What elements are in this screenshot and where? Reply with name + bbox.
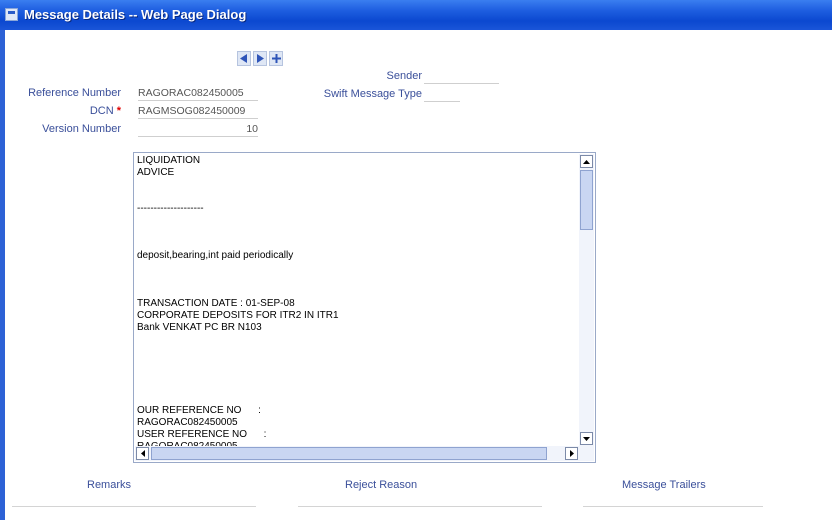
window-left-border — [0, 30, 5, 520]
swift-message-type-label: Swift Message Type — [323, 88, 422, 100]
scroll-right-arrow-icon — [569, 450, 574, 457]
dcn-label-group: DCN * — [90, 105, 121, 117]
message-textarea[interactable]: LIQUIDATION ADVICE -------------------- … — [133, 152, 596, 463]
remarks-link[interactable]: Remarks — [87, 479, 131, 491]
swift-message-type-field[interactable] — [424, 87, 460, 102]
reference-number-field[interactable]: RAGORAC082450005 — [138, 86, 258, 101]
sender-label: Sender — [386, 70, 422, 82]
vertical-scroll-thumb[interactable] — [580, 170, 593, 230]
title-bar: Message Details -- Web Page Dialog — [0, 0, 832, 30]
dcn-field[interactable]: RAGMSOG082450009 — [138, 104, 258, 119]
scroll-down-button[interactable] — [580, 432, 593, 445]
scroll-left-button[interactable] — [136, 447, 149, 460]
window-title: Message Details -- Web Page Dialog — [24, 7, 247, 22]
reject-reason-underline — [298, 506, 542, 507]
previous-button[interactable] — [237, 51, 251, 66]
message-trailers-link[interactable]: Message Trailers — [622, 479, 706, 491]
dialog-window-icon — [5, 8, 18, 21]
dcn-label: DCN — [89, 105, 114, 117]
scroll-left-arrow-icon — [140, 450, 145, 457]
scroll-up-button[interactable] — [580, 155, 593, 168]
remarks-underline — [12, 506, 256, 507]
add-button[interactable] — [269, 51, 283, 66]
horizontal-scroll-thumb[interactable] — [151, 447, 547, 460]
reject-reason-link[interactable]: Reject Reason — [345, 479, 417, 491]
vertical-scrollbar[interactable] — [579, 154, 594, 446]
reference-number-label: Reference Number — [28, 87, 121, 99]
message-body-text: LIQUIDATION ADVICE -------------------- … — [137, 155, 339, 447]
scroll-right-button[interactable] — [565, 447, 578, 460]
required-marker: * — [116, 105, 121, 117]
plus-icon — [271, 54, 281, 63]
version-number-label: Version Number — [42, 123, 121, 135]
version-number-field[interactable]: 10 — [138, 122, 258, 137]
scroll-up-arrow-icon — [583, 159, 590, 164]
scrollbar-corner — [579, 446, 594, 461]
right-triangle-icon — [257, 54, 264, 63]
sender-field[interactable] — [424, 69, 499, 84]
left-triangle-icon — [240, 54, 247, 63]
horizontal-scrollbar[interactable] — [135, 446, 579, 461]
next-button[interactable] — [253, 51, 267, 66]
scroll-down-arrow-icon — [583, 436, 590, 441]
message-trailers-underline — [583, 506, 763, 507]
